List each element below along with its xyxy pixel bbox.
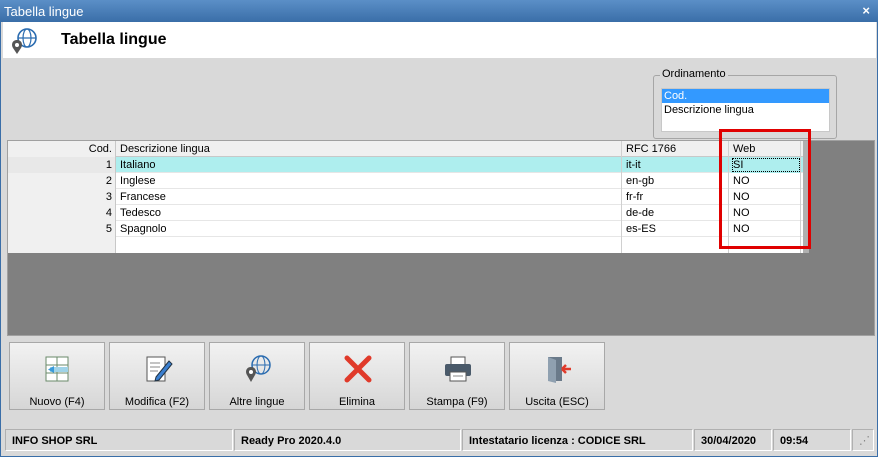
uscita-label: Uscita (ESC)	[525, 396, 589, 408]
status-version: Ready Pro 2020.4.0	[234, 429, 461, 451]
modifica-label: Modifica (F2)	[124, 396, 190, 408]
exit-door-icon	[548, 357, 571, 383]
table-row[interactable]: 4 Tedesco de-de NO	[8, 205, 803, 221]
resize-grip-icon[interactable]: ⋰	[852, 429, 874, 451]
cell-descrizione[interactable]: Francese	[118, 189, 622, 205]
table-row[interactable]: 1 Italiano it-it SI	[8, 157, 803, 173]
cell-rfc[interactable]: fr-fr	[624, 189, 729, 205]
status-bar: INFO SHOP SRL Ready Pro 2020.4.0 Intesta…	[5, 429, 875, 451]
stampa-button[interactable]: Stampa (F9)	[409, 342, 505, 410]
cell-cod: 3	[8, 189, 116, 205]
cell-rfc[interactable]: it-it	[624, 157, 729, 173]
table-row[interactable]: 3 Francese fr-fr NO	[8, 189, 803, 205]
cell-rfc[interactable]: es-ES	[624, 221, 729, 237]
cell-rfc[interactable]: de-de	[624, 205, 729, 221]
stampa-label: Stampa (F9)	[426, 396, 488, 408]
column-header-cod[interactable]: Cod.	[8, 141, 116, 157]
edit-icon	[146, 356, 173, 382]
status-time: 09:54	[773, 429, 851, 451]
table-row[interactable]: 2 Inglese en-gb NO	[8, 173, 803, 189]
column-header-rfc[interactable]: RFC 1766	[624, 141, 729, 157]
cell-descrizione[interactable]: Spagnolo	[118, 221, 622, 237]
ordinamento-option-cod[interactable]: Cod.	[662, 89, 829, 103]
cell-cod: 5	[8, 221, 116, 237]
page-header: Tabella lingue	[3, 22, 876, 58]
elimina-label: Elimina	[338, 396, 376, 408]
ordinamento-legend: Ordinamento	[660, 68, 728, 80]
delete-icon	[344, 355, 372, 383]
table-header: Cod. Descrizione lingua RFC 1766 Web	[8, 141, 803, 157]
globe-location-icon	[12, 28, 37, 54]
ordinamento-list[interactable]: Cod. Descrizione lingua	[661, 88, 830, 132]
column-header-descrizione[interactable]: Descrizione lingua	[118, 141, 622, 157]
cell-descrizione[interactable]: Tedesco	[118, 205, 622, 221]
status-company: INFO SHOP SRL	[5, 429, 233, 451]
status-license: Intestatario licenza : CODICE SRL	[462, 429, 693, 451]
table-new-row[interactable]	[8, 237, 803, 253]
nuovo-label: Nuovo (F4)	[29, 396, 85, 408]
status-date: 30/04/2020	[694, 429, 772, 451]
cell-cod: 2	[8, 173, 116, 189]
table-row[interactable]: 5 Spagnolo es-ES NO	[8, 221, 803, 237]
title-bar: Tabella lingue ×	[0, 0, 878, 22]
cell-empty[interactable]	[624, 237, 729, 253]
cell-descrizione[interactable]: Italiano	[118, 157, 622, 173]
elimina-button[interactable]: Elimina	[309, 342, 405, 410]
main-window: Tabella lingue Ordinamento Cod. Descrizi…	[0, 22, 878, 457]
cell-cod: 4	[8, 205, 116, 221]
printer-icon	[445, 356, 471, 382]
cell-cod: 1	[8, 157, 116, 173]
nuovo-button[interactable]: Nuovo (F4)	[9, 342, 105, 410]
uscita-button[interactable]: Uscita (ESC)	[509, 342, 605, 410]
altre-lingue-button[interactable]: Altre lingue	[209, 342, 305, 410]
table-body: Cod. Descrizione lingua RFC 1766 Web 1 I…	[8, 141, 803, 253]
ordinamento-option-descrizione[interactable]: Descrizione lingua	[662, 103, 829, 117]
new-record-icon	[45, 356, 69, 382]
close-icon[interactable]: ×	[862, 3, 870, 18]
modifica-button[interactable]: Modifica (F2)	[109, 342, 205, 410]
page-title: Tabella lingue	[61, 31, 167, 48]
cell-rfc[interactable]: en-gb	[624, 173, 729, 189]
globe-icon	[246, 355, 271, 382]
cell-empty[interactable]	[118, 237, 622, 253]
cell-cod-empty	[8, 237, 116, 253]
highlight-box	[719, 129, 811, 249]
altre-lingue-label: Altre lingue	[229, 396, 285, 408]
cell-descrizione[interactable]: Inglese	[118, 173, 622, 189]
window-title: Tabella lingue	[4, 4, 84, 19]
